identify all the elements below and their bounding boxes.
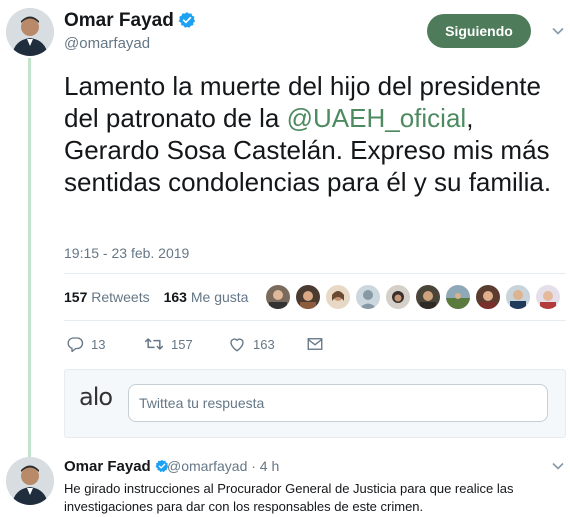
liker-avatar[interactable] — [506, 285, 530, 309]
liker-avatar[interactable] — [266, 285, 290, 309]
retweet-count: 157 — [171, 336, 193, 352]
envelope-icon — [306, 336, 324, 352]
liker-avatar[interactable] — [416, 285, 440, 309]
retweets-stat-label: Retweets — [91, 289, 150, 305]
liker-avatar[interactable] — [356, 285, 380, 309]
reply-icon — [66, 335, 84, 353]
retweet-icon — [144, 335, 164, 353]
liker-avatar[interactable] — [476, 285, 500, 309]
likers-avatars — [266, 285, 560, 309]
divider — [64, 320, 566, 321]
reply-composer: alo — [64, 369, 566, 438]
reply-input[interactable] — [128, 384, 548, 422]
like-count: 163 — [253, 336, 275, 352]
likes-stat-label: Me gusta — [190, 289, 249, 305]
divider — [64, 273, 566, 274]
reply-meta[interactable]: @omarfayad · 4 h — [167, 458, 279, 474]
chevron-down-icon[interactable] — [551, 459, 565, 473]
liker-avatar[interactable] — [326, 285, 350, 309]
mention-link[interactable]: @UAEH_oficial — [287, 103, 467, 133]
liker-avatar[interactable] — [296, 285, 320, 309]
author-name[interactable]: Omar Fayad — [64, 10, 196, 35]
reply-account-logo: alo — [79, 383, 113, 411]
chevron-down-icon[interactable] — [551, 24, 565, 38]
reply-author-avatar[interactable] — [6, 457, 54, 505]
reply-author-name[interactable]: Omar Fayad — [64, 458, 169, 477]
retweet-button[interactable]: 157 — [144, 335, 228, 353]
tweet-text: Lamento la muerte del hijo del president… — [64, 70, 564, 198]
direct-message-button[interactable] — [306, 336, 324, 352]
like-button[interactable]: 163 — [228, 335, 306, 353]
author-avatar[interactable] — [6, 8, 54, 56]
tweet-actions: 13 157 163 — [66, 335, 324, 353]
tweet-stats: 157 Retweets 163 Me gusta — [64, 289, 248, 305]
verified-badge-icon — [178, 11, 196, 35]
reply-author-name-text: Omar Fayad — [64, 458, 151, 475]
tweet-timestamp[interactable]: 19:15 - 23 feb. 2019 — [64, 245, 189, 261]
reply-button[interactable]: 13 — [66, 335, 144, 353]
likes-stat[interactable]: 163 Me gusta — [164, 289, 249, 305]
reply-tweet-text: He girado instrucciones al Procurador Ge… — [64, 481, 514, 514]
likes-stat-count: 163 — [163, 289, 187, 305]
retweets-stat-count: 157 — [64, 289, 88, 305]
liker-avatar[interactable] — [536, 285, 560, 309]
following-button[interactable]: Siguiendo — [427, 14, 531, 48]
reply-count: 13 — [91, 336, 106, 352]
liker-avatar[interactable] — [386, 285, 410, 309]
author-handle[interactable]: @omarfayad — [64, 35, 150, 52]
liker-avatar[interactable] — [446, 285, 470, 309]
thread-line — [28, 58, 31, 458]
heart-icon — [228, 335, 246, 353]
author-name-text: Omar Fayad — [64, 10, 174, 31]
retweets-stat[interactable]: 157 Retweets — [64, 289, 150, 305]
